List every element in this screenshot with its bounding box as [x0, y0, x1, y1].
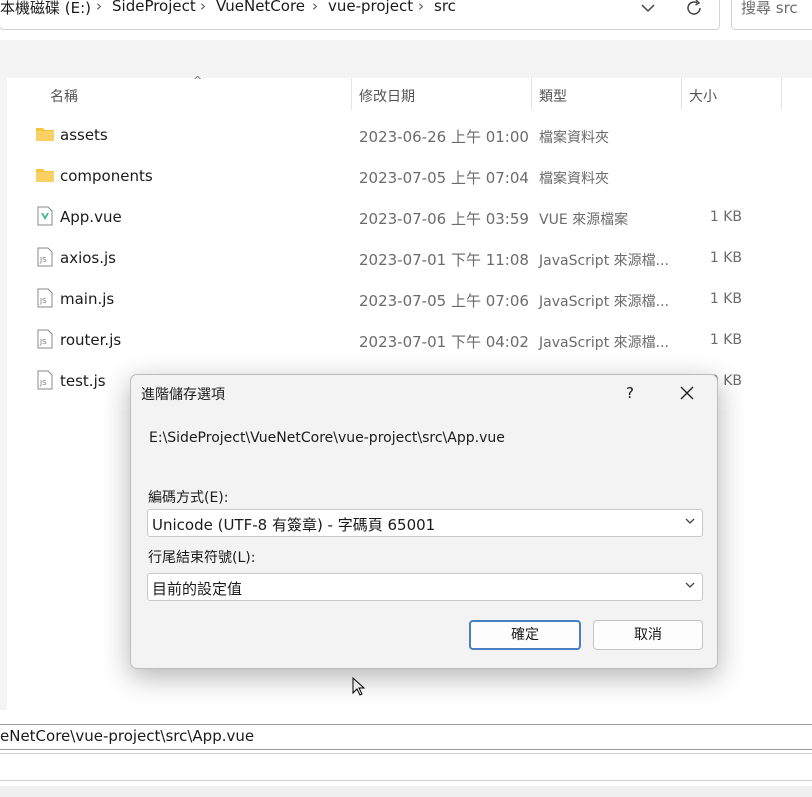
file-row[interactable]: components 2023-07-05 上午 07:04 檔案資料夾	[30, 156, 782, 197]
column-header-name[interactable]: 名稱	[50, 86, 78, 106]
breadcrumb-separator: ›	[96, 0, 102, 15]
search-placeholder: 搜尋 src	[741, 0, 798, 17]
js-file-icon: JS	[35, 329, 55, 349]
breadcrumb-vuenetcore[interactable]: VueNetCore	[216, 0, 305, 15]
file-name: assets	[60, 126, 108, 144]
file-name: App.vue	[60, 208, 122, 226]
column-divider[interactable]	[531, 78, 532, 110]
svg-text:JS: JS	[39, 338, 47, 346]
js-file-icon: JS	[35, 288, 55, 308]
column-divider[interactable]	[681, 78, 682, 110]
file-row[interactable]: App.vue 2023-07-06 上午 03:59 VUE 來源檔案 1 K…	[30, 197, 782, 238]
file-name: axios.js	[60, 249, 116, 267]
file-date: 2023-06-26 上午 01:00	[359, 128, 529, 146]
svg-text:JS: JS	[39, 379, 47, 387]
mouse-cursor-icon	[352, 676, 366, 697]
column-header-date[interactable]: 修改日期	[359, 86, 415, 106]
chevron-down-icon	[684, 578, 696, 595]
file-date: 2023-07-05 上午 07:04	[359, 169, 529, 187]
svg-text:JS: JS	[39, 256, 47, 264]
column-divider[interactable]	[351, 78, 352, 110]
filetype-field[interactable]	[0, 753, 812, 781]
line-ending-select[interactable]: 目前的設定值	[147, 573, 703, 601]
file-date: 2023-07-05 上午 07:06	[359, 292, 529, 310]
ok-button[interactable]: 確定	[469, 620, 581, 650]
line-ending-value: 目前的設定值	[152, 580, 243, 598]
cancel-button[interactable]: 取消	[593, 620, 703, 650]
file-type: 檔案資料夾	[539, 171, 609, 187]
breadcrumb-src[interactable]: src	[434, 0, 456, 15]
breadcrumb-vue-project[interactable]: vue-project	[328, 0, 413, 15]
help-button[interactable]: ?	[626, 384, 634, 402]
folder-icon	[35, 165, 55, 185]
vue-file-icon	[35, 206, 55, 226]
advanced-save-options-dialog: 進階儲存選項 ? E:\SideProject\VueNetCore\vue-p…	[130, 374, 718, 669]
file-size: 1 KB	[709, 209, 742, 225]
chevron-down-icon	[684, 514, 696, 531]
file-date: 2023-07-06 上午 03:59	[359, 210, 529, 228]
file-size: 1 KB	[709, 332, 742, 348]
filename-value: eNetCore\vue-project\src\App.vue	[0, 727, 255, 745]
folder-icon	[35, 124, 55, 144]
breadcrumb-separator: ›	[418, 0, 424, 15]
file-date: 2023-07-01 下午 04:02	[359, 333, 529, 351]
encoding-select[interactable]: Unicode (UTF-8 有簽章) - 字碼頁 65001	[147, 509, 703, 537]
file-type: JavaScript 來源檔...	[539, 335, 669, 351]
file-name: components	[60, 167, 153, 185]
refresh-icon[interactable]	[683, 0, 705, 19]
breadcrumb-separator: ›	[200, 0, 206, 15]
file-size: 1 KB	[709, 250, 742, 266]
js-file-icon: JS	[35, 370, 55, 390]
breadcrumb-separator: ›	[312, 0, 318, 15]
line-ending-label: 行尾結束符號(L):	[148, 550, 256, 566]
chevron-down-icon[interactable]	[638, 0, 658, 18]
column-divider[interactable]	[781, 78, 782, 110]
file-type: JavaScript 來源檔...	[539, 294, 669, 310]
column-header-type[interactable]: 類型	[539, 86, 567, 106]
footer-strip	[0, 786, 812, 797]
file-type: 檔案資料夾	[539, 130, 609, 146]
file-type: JavaScript 來源檔...	[539, 253, 669, 269]
file-name: router.js	[60, 331, 122, 349]
column-header-size[interactable]: 大小	[689, 86, 717, 106]
file-row[interactable]: JS axios.js 2023-07-01 下午 11:08 JavaScri…	[30, 238, 782, 279]
breadcrumb-drive[interactable]: 本機磁碟 (E:)	[0, 0, 91, 18]
file-path-label: E:\SideProject\VueNetCore\vue-project\sr…	[149, 430, 505, 446]
svg-text:JS: JS	[39, 297, 47, 305]
file-type: VUE 來源檔案	[539, 212, 629, 228]
navigation-pane-edge	[0, 78, 7, 710]
sort-indicator: ^	[193, 74, 203, 87]
file-row[interactable]: JS router.js 2023-07-01 下午 04:02 JavaScr…	[30, 320, 782, 361]
toolbar	[0, 40, 812, 78]
close-icon[interactable]	[677, 383, 697, 403]
js-file-icon: JS	[35, 247, 55, 267]
encoding-label: 編碼方式(E):	[148, 490, 229, 506]
encoding-value: Unicode (UTF-8 有簽章) - 字碼頁 65001	[152, 516, 436, 534]
breadcrumb-sideproject[interactable]: SideProject	[112, 0, 196, 15]
file-row[interactable]: assets 2023-06-26 上午 01:00 檔案資料夾	[30, 115, 782, 156]
file-size: 1 KB	[709, 291, 742, 307]
dialog-title: 進階儲存選項	[141, 387, 225, 403]
file-row[interactable]: JS main.js 2023-07-05 上午 07:06 JavaScrip…	[30, 279, 782, 320]
file-name: test.js	[60, 372, 106, 390]
file-name: main.js	[60, 290, 115, 308]
file-date: 2023-07-01 下午 11:08	[359, 251, 529, 269]
